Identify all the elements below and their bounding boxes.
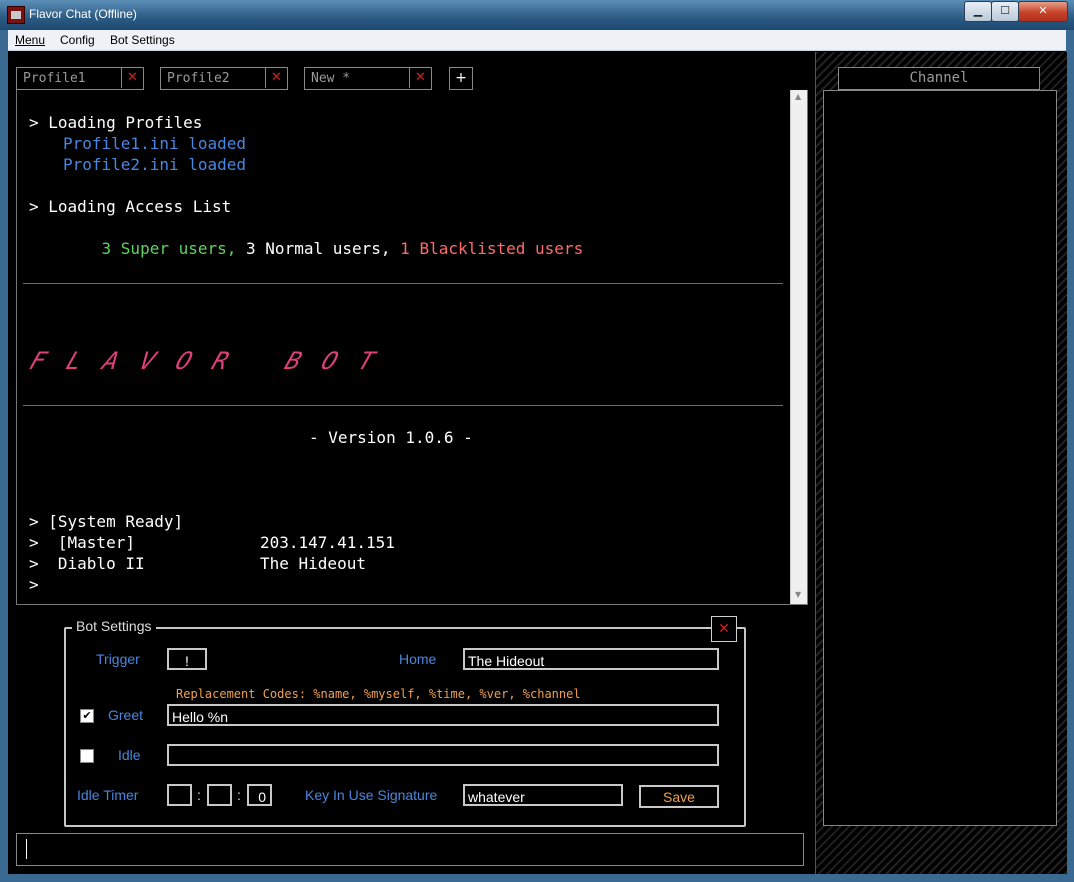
chat-input[interactable]: [16, 833, 804, 866]
text-caret: [26, 839, 27, 859]
console-line-master-ip: 203.147.41.151: [260, 533, 395, 552]
console-line-game-label: > Diablo II: [29, 554, 145, 573]
tab-label: New *: [311, 71, 351, 86]
window-frame-bottom: [0, 874, 1074, 882]
idle-timer-minutes[interactable]: [207, 784, 232, 806]
banner-divider-bottom: [23, 405, 783, 406]
add-tab-button[interactable]: +: [449, 67, 473, 90]
key-in-use-label: Key In Use Signature: [305, 787, 438, 803]
timer-separator: :: [197, 787, 201, 803]
replacement-codes-hint: Replacement Codes: %name, %myself, %time…: [176, 687, 581, 701]
home-input[interactable]: The Hideout: [463, 648, 719, 670]
close-window-button[interactable]: ✕: [1018, 1, 1068, 22]
close-tab-icon[interactable]: ✕: [265, 67, 287, 88]
bot-settings-title: Bot Settings: [72, 618, 156, 634]
close-tab-icon[interactable]: ✕: [409, 67, 431, 88]
home-label: Home: [399, 651, 437, 667]
tab-profile2[interactable]: Profile2 ✕: [160, 67, 288, 90]
console-output[interactable]: > Loading Profiles Profile1.ini loaded P…: [16, 90, 808, 605]
menu-item-menu[interactable]: Menu: [15, 33, 45, 47]
console-prompt: >: [29, 575, 39, 594]
flavor-bot-banner: FLAVOR BOT: [25, 347, 401, 375]
idle-label: Idle: [118, 747, 141, 763]
idle-timer-seconds[interactable]: 0: [247, 784, 272, 806]
bot-settings-close-button[interactable]: ✕: [711, 616, 737, 642]
timer-separator: :: [237, 787, 241, 803]
idle-timer-hours[interactable]: [167, 784, 192, 806]
tab-label: Profile2: [167, 71, 230, 86]
app-icon: [7, 6, 25, 24]
console-line-loading-access: > Loading Access List: [29, 197, 232, 216]
tab-new[interactable]: New * ✕: [304, 67, 432, 90]
console-line-profile1: Profile1.ini loaded: [63, 134, 247, 153]
trigger-input[interactable]: !: [167, 648, 207, 670]
close-tab-icon[interactable]: ✕: [121, 67, 143, 88]
window-frame-right: [1066, 30, 1074, 882]
idle-timer-label: Idle Timer: [77, 787, 139, 803]
menu-item-config[interactable]: Config: [60, 33, 95, 47]
console-line-system-ready: > [System Ready]: [29, 512, 184, 531]
console-line-master-label: > [Master]: [29, 533, 135, 552]
console-line-access-counts: 3 Super users, 3 Normal users, 1 Blackli…: [63, 217, 584, 280]
minimize-button[interactable]: ▁: [964, 1, 992, 22]
tab-profile1[interactable]: Profile1 ✕: [16, 67, 144, 90]
super-users-count: 3 Super users,: [101, 239, 237, 258]
channel-header: Channel: [838, 67, 1040, 90]
key-in-use-input[interactable]: whatever: [463, 784, 623, 806]
idle-checkbox[interactable]: [80, 749, 94, 763]
title-bar: [0, 0, 1074, 30]
tab-label: Profile1: [23, 71, 86, 86]
version-text: - Version 1.0.6 -: [309, 428, 473, 447]
console-line-profile2: Profile2.ini loaded: [63, 155, 247, 174]
maximize-button[interactable]: ☐: [991, 1, 1019, 22]
banner-divider-top: [23, 283, 783, 284]
window-title: Flavor Chat (Offline): [29, 7, 137, 21]
greet-label: Greet: [108, 707, 144, 723]
channel-user-list[interactable]: [823, 90, 1057, 826]
greet-checkbox[interactable]: ✔: [80, 709, 94, 723]
save-button[interactable]: Save: [639, 785, 719, 808]
trigger-label: Trigger: [96, 651, 140, 667]
console-line-loading-profiles: > Loading Profiles: [29, 113, 203, 132]
greet-input[interactable]: Hello %n: [167, 704, 719, 726]
normal-users-count: 3 Normal users,: [246, 239, 391, 258]
menu-bar: Menu Config Bot Settings: [8, 30, 1066, 51]
blacklisted-users-count: 1 Blacklisted users: [400, 239, 584, 258]
console-scrollbar[interactable]: ▲ ▼: [790, 90, 807, 604]
menu-item-bot-settings[interactable]: Bot Settings: [110, 33, 175, 47]
scroll-down-icon[interactable]: ▼: [795, 590, 801, 599]
window-frame-left: [0, 30, 8, 882]
idle-input[interactable]: [167, 744, 719, 766]
console-line-game-value: The Hideout: [260, 554, 366, 573]
scroll-up-icon[interactable]: ▲: [795, 92, 801, 101]
